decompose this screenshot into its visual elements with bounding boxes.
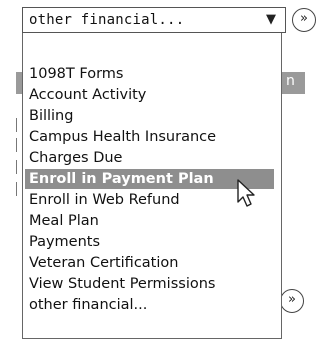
list-item[interactable]: Meal Plan — [29, 211, 99, 231]
list-item[interactable]: Veteran Certification — [29, 253, 178, 273]
list-item[interactable]: Charges Due — [29, 148, 122, 168]
background-fragment — [16, 118, 21, 132]
list-item[interactable]: Enroll in Web Refund — [29, 190, 180, 210]
background-panel-right: n — [278, 72, 305, 94]
list-item[interactable]: other financial... — [29, 295, 147, 315]
list-item[interactable]: Account Activity — [29, 85, 146, 105]
background-fragment — [16, 182, 21, 196]
list-item[interactable]: Campus Health Insurance — [29, 127, 216, 147]
triangle-down-icon[interactable]: ▼ — [266, 12, 276, 27]
financial-options-select[interactable]: other financial... ▼ — [22, 7, 286, 33]
go-button-secondary[interactable]: » — [280, 289, 304, 313]
list-item[interactable]: View Student Permissions — [29, 274, 215, 294]
go-button[interactable]: » — [292, 8, 316, 32]
double-chevron-right-icon: » — [300, 11, 308, 26]
list-item[interactable]: 1098T Forms — [29, 64, 123, 84]
double-chevron-right-icon: » — [288, 292, 296, 307]
list-item[interactable]: Payments — [29, 232, 100, 252]
list-item[interactable]: Billing — [29, 106, 73, 126]
mouse-pointer-icon — [237, 179, 255, 207]
background-partial-label: n — [286, 73, 295, 89]
background-fragment — [16, 138, 21, 152]
select-current-value: other financial... — [29, 12, 185, 28]
background-fragment — [16, 160, 21, 174]
